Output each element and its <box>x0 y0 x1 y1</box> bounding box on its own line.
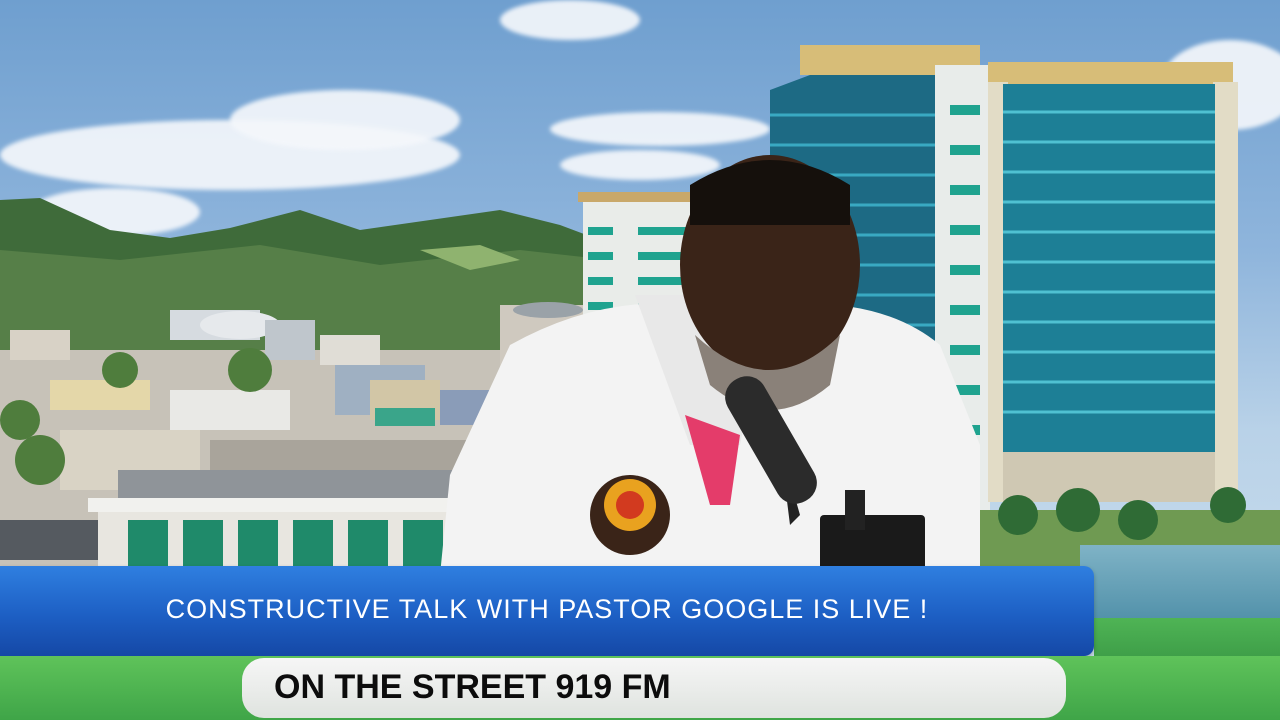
harbor-water <box>1080 545 1280 625</box>
cloud <box>550 112 770 146</box>
presenter-figure <box>440 155 980 575</box>
waterfront-building <box>88 470 468 580</box>
station-ticker: ON THE STREET 919 FM <box>242 658 1066 718</box>
station-name: ON THE STREET 919 FM <box>274 668 671 706</box>
cloud <box>230 90 460 150</box>
cloud <box>500 0 640 40</box>
office-tower-right <box>988 62 1238 502</box>
video-frame: CONSTRUCTIVE TALK WITH PASTOR GOOGLE IS … <box>0 0 1280 720</box>
headline-text: CONSTRUCTIVE TALK WITH PASTOR GOOGLE IS … <box>165 594 929 624</box>
headline-banner: CONSTRUCTIVE TALK WITH PASTOR GOOGLE IS … <box>0 566 1094 656</box>
lower-third-accent <box>1094 618 1280 658</box>
crest-logo <box>604 479 656 531</box>
